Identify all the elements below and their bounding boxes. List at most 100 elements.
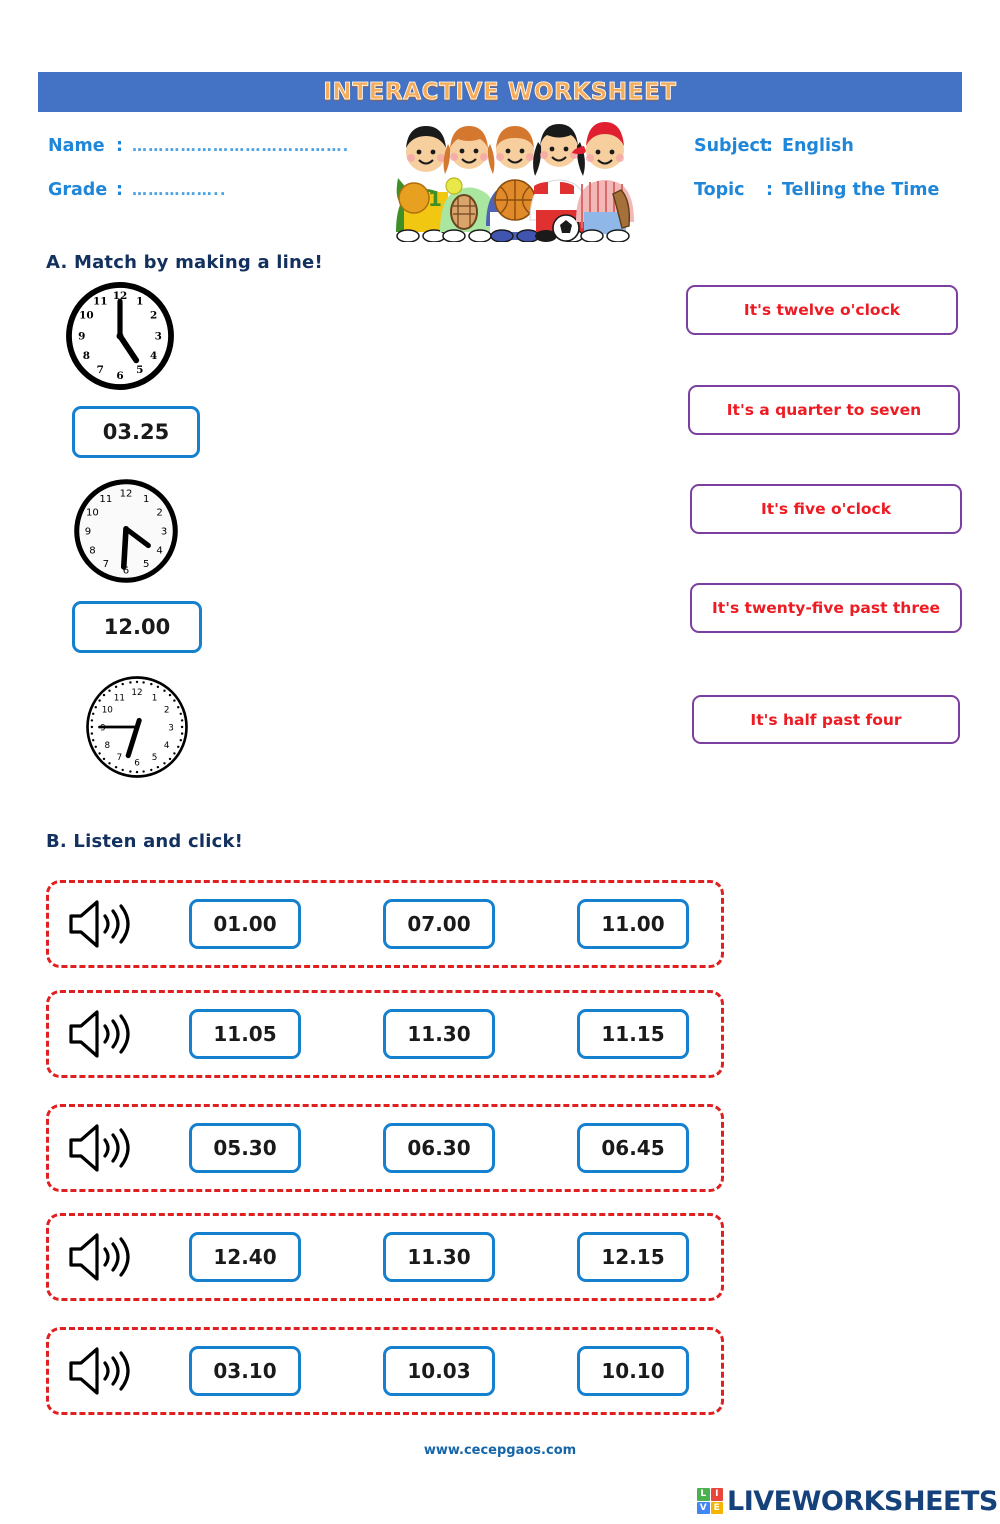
listen-row: 12.40 11.30 12.15 bbox=[46, 1213, 724, 1301]
svg-text:12: 12 bbox=[131, 688, 142, 698]
svg-text:2: 2 bbox=[156, 507, 162, 518]
svg-text:1: 1 bbox=[136, 296, 143, 308]
grade-label: Grade bbox=[48, 180, 108, 200]
svg-text:4: 4 bbox=[150, 350, 157, 362]
option-box[interactable]: 07.00 bbox=[383, 899, 495, 949]
phrase-box-five-oclock[interactable]: It's five o'clock bbox=[690, 484, 962, 534]
worksheet-info-right: Subject : English Topic : Telling the Ti… bbox=[694, 136, 994, 224]
clock-quarter-to-seven: 1212 345 678 91011 bbox=[86, 676, 188, 778]
svg-text:7: 7 bbox=[97, 364, 104, 376]
speaker-icon[interactable] bbox=[65, 1006, 141, 1062]
svg-text:8: 8 bbox=[89, 545, 95, 556]
svg-text:11: 11 bbox=[93, 296, 108, 308]
option-box[interactable]: 11.15 bbox=[577, 1009, 689, 1059]
svg-text:8: 8 bbox=[83, 350, 90, 362]
speaker-icon[interactable] bbox=[65, 1343, 141, 1399]
name-field-row: Name : …………………………………. bbox=[48, 136, 378, 180]
svg-text:5: 5 bbox=[152, 753, 158, 763]
svg-text:1: 1 bbox=[428, 187, 442, 211]
svg-text:8: 8 bbox=[104, 741, 110, 751]
svg-text:6: 6 bbox=[116, 370, 123, 382]
option-box[interactable]: 12.15 bbox=[577, 1232, 689, 1282]
option-box[interactable]: 03.10 bbox=[189, 1346, 301, 1396]
subject-label: Subject bbox=[694, 136, 769, 156]
svg-text:10: 10 bbox=[102, 706, 114, 716]
topic-colon: : bbox=[766, 180, 773, 200]
svg-text:3: 3 bbox=[155, 330, 162, 342]
header-bar: INTERACTIVE WORKSHEET bbox=[38, 72, 962, 112]
option-box[interactable]: 10.10 bbox=[577, 1346, 689, 1396]
name-input[interactable]: …………………………………. bbox=[132, 137, 350, 155]
phrase-box-twentyfive-past-three[interactable]: It's twenty-five past three bbox=[690, 583, 962, 633]
listen-row: 05.30 06.30 06.45 bbox=[46, 1104, 724, 1192]
kids-illustration: 1 bbox=[396, 122, 634, 242]
svg-text:7: 7 bbox=[117, 753, 123, 763]
topic-row: Topic : Telling the Time bbox=[694, 180, 994, 224]
listen-row: 11.05 11.30 11.15 bbox=[46, 990, 724, 1078]
grade-field-row: Grade : …………….. bbox=[48, 180, 378, 224]
option-box[interactable]: 06.45 bbox=[577, 1123, 689, 1173]
phrase-box-quarter-to-seven[interactable]: It's a quarter to seven bbox=[688, 385, 960, 435]
svg-text:6: 6 bbox=[134, 759, 140, 769]
logo-cell-i: I bbox=[710, 1488, 723, 1501]
svg-text:5: 5 bbox=[143, 559, 149, 570]
svg-text:5: 5 bbox=[136, 364, 143, 376]
phrase-box-twelve-oclock[interactable]: It's twelve o'clock bbox=[686, 285, 958, 335]
svg-text:2: 2 bbox=[150, 310, 157, 322]
svg-text:3: 3 bbox=[168, 723, 174, 733]
section-b-heading: B. Listen and click! bbox=[46, 831, 244, 852]
listen-row: 01.00 07.00 11.00 bbox=[46, 880, 724, 968]
listen-row: 03.10 10.03 10.10 bbox=[46, 1327, 724, 1415]
speaker-icon[interactable] bbox=[65, 896, 141, 952]
svg-text:4: 4 bbox=[156, 545, 162, 556]
svg-text:4: 4 bbox=[164, 741, 170, 751]
topic-value: Telling the Time bbox=[782, 180, 940, 200]
svg-text:1: 1 bbox=[152, 694, 158, 704]
option-box[interactable]: 11.00 bbox=[577, 899, 689, 949]
section-a-heading: A. Match by making a line! bbox=[46, 252, 323, 273]
subject-row: Subject : English bbox=[694, 136, 994, 180]
svg-text:11: 11 bbox=[99, 494, 112, 505]
svg-text:2: 2 bbox=[164, 706, 170, 716]
topic-label: Topic bbox=[694, 180, 745, 200]
svg-text:9: 9 bbox=[85, 526, 91, 537]
logo-cell-e: E bbox=[710, 1501, 723, 1514]
worksheet-page: INTERACTIVE WORKSHEET Name : ……………………………… bbox=[0, 0, 1000, 1524]
phrase-box-half-past-four[interactable]: It's half past four bbox=[692, 695, 960, 744]
speaker-icon[interactable] bbox=[65, 1229, 141, 1285]
name-colon: : bbox=[116, 136, 123, 156]
svg-text:10: 10 bbox=[86, 507, 99, 518]
option-box[interactable]: 06.30 bbox=[383, 1123, 495, 1173]
clock-half-past-four: 1212 345 678 91011 bbox=[74, 479, 178, 583]
name-label: Name bbox=[48, 136, 105, 156]
svg-text:12: 12 bbox=[120, 488, 133, 499]
time-box-1200[interactable]: 12.00 bbox=[72, 601, 202, 653]
grade-input[interactable]: …………….. bbox=[132, 181, 227, 199]
logo-wordmark: LIVEWORKSHEETS bbox=[727, 1485, 998, 1517]
option-box[interactable]: 11.05 bbox=[189, 1009, 301, 1059]
option-box[interactable]: 10.03 bbox=[383, 1346, 495, 1396]
site-url[interactable]: www.cecepgaos.com bbox=[0, 1443, 1000, 1458]
subject-colon: : bbox=[766, 136, 773, 156]
liveworksheets-logo[interactable]: L I V E LIVEWORKSHEETS bbox=[697, 1484, 998, 1518]
svg-text:7: 7 bbox=[103, 559, 109, 570]
option-box[interactable]: 11.30 bbox=[383, 1232, 495, 1282]
speaker-icon[interactable] bbox=[65, 1120, 141, 1176]
option-box[interactable]: 01.00 bbox=[189, 899, 301, 949]
logo-cell-v: V bbox=[697, 1501, 710, 1514]
clock-five-oclock: 12 12 345 678 91011 bbox=[66, 282, 174, 390]
subject-value: English bbox=[782, 136, 854, 156]
svg-text:9: 9 bbox=[78, 330, 85, 342]
time-box-0325[interactable]: 03.25 bbox=[72, 406, 200, 458]
page-title: INTERACTIVE WORKSHEET bbox=[323, 79, 677, 106]
svg-text:3: 3 bbox=[161, 526, 167, 537]
svg-text:10: 10 bbox=[79, 310, 94, 322]
logo-cell-l: L bbox=[697, 1488, 710, 1501]
student-info-left: Name : …………………………………. Grade : …………….. bbox=[48, 136, 378, 224]
option-box[interactable]: 11.30 bbox=[383, 1009, 495, 1059]
option-box[interactable]: 12.40 bbox=[189, 1232, 301, 1282]
option-box[interactable]: 05.30 bbox=[189, 1123, 301, 1173]
logo-letter-grid: L I V E bbox=[697, 1488, 723, 1514]
svg-text:11: 11 bbox=[114, 694, 125, 704]
grade-colon: : bbox=[116, 180, 123, 200]
